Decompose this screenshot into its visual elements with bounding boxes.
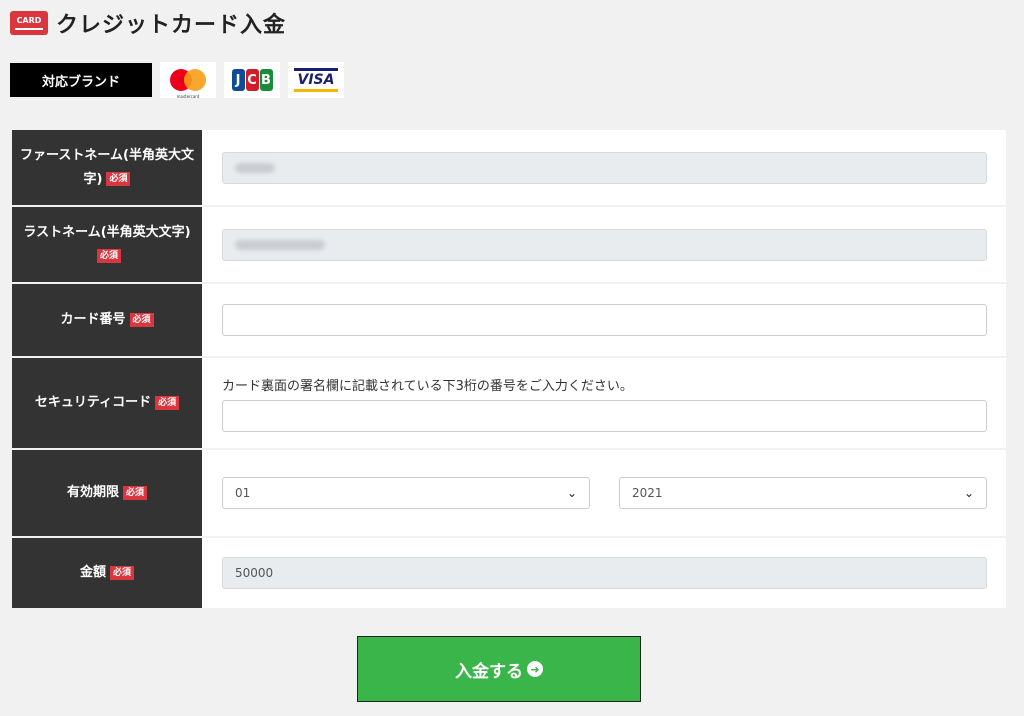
security-code-label: セキュリティコード 必須: [12, 358, 202, 448]
required-badge: 必須: [106, 172, 131, 186]
first-name-row: ファーストネーム(半角英大文字) 必須: [12, 130, 1006, 207]
page-header: CARD クレジットカード入金: [10, 8, 286, 38]
supported-brands: 対応ブランド mastercard JCB VISA: [10, 62, 344, 99]
amount-input[interactable]: 50000: [222, 557, 987, 589]
required-badge: 必須: [110, 565, 135, 580]
security-code-row: セキュリティコード 必須 カード裏面の署名欄に記載されている下3桁の番号をご入力く…: [12, 358, 1006, 450]
first-name-input[interactable]: [222, 151, 987, 184]
expiry-row: 有効期限 必須 01 ⌄ 2021 ⌄: [12, 450, 1006, 538]
last-name-input[interactable]: [222, 228, 987, 261]
credit-card-icon: CARD: [10, 11, 48, 35]
chevron-down-icon: ⌄: [963, 486, 974, 500]
last-name-label: ラストネーム(半角英大文字)必須: [12, 207, 202, 282]
visa-logo: VISA: [288, 62, 344, 98]
expiry-month-select[interactable]: 01 ⌄: [222, 477, 590, 509]
required-badge: 必須: [155, 395, 180, 410]
first-name-label: ファーストネーム(半角英大文字) 必須: [12, 130, 202, 205]
card-number-label: カード番号 必須: [12, 284, 202, 356]
deposit-button[interactable]: 入金する ➜: [357, 636, 641, 702]
brands-label: 対応ブランド: [10, 63, 152, 97]
security-code-input[interactable]: [222, 399, 987, 432]
amount-row: 金額 必須 50000: [12, 538, 1006, 608]
required-badge: 必須: [123, 485, 148, 500]
card-number-row: カード番号 必須: [12, 284, 1006, 358]
security-code-help: カード裏面の署名欄に記載されている下3桁の番号をご入力ください。: [222, 378, 633, 394]
card-number-input[interactable]: [222, 304, 987, 336]
mastercard-logo: mastercard: [160, 62, 216, 99]
required-badge: 必須: [96, 249, 121, 263]
payment-form: ファーストネーム(半角英大文字) 必須 ラストネーム(半角英大文字)必須 カード番…: [12, 130, 1006, 608]
amount-label: 金額 必須: [12, 538, 202, 608]
page-title: クレジットカード入金: [56, 13, 287, 38]
arrow-right-circle-icon: ➜: [527, 661, 543, 677]
chevron-down-icon: ⌄: [566, 486, 577, 500]
expiry-label: 有効期限 必須: [12, 450, 202, 536]
jcb-logo: JCB: [224, 62, 280, 98]
required-badge: 必須: [129, 312, 154, 327]
expiry-year-select[interactable]: 2021 ⌄: [619, 477, 987, 509]
last-name-row: ラストネーム(半角英大文字)必須: [12, 207, 1006, 284]
